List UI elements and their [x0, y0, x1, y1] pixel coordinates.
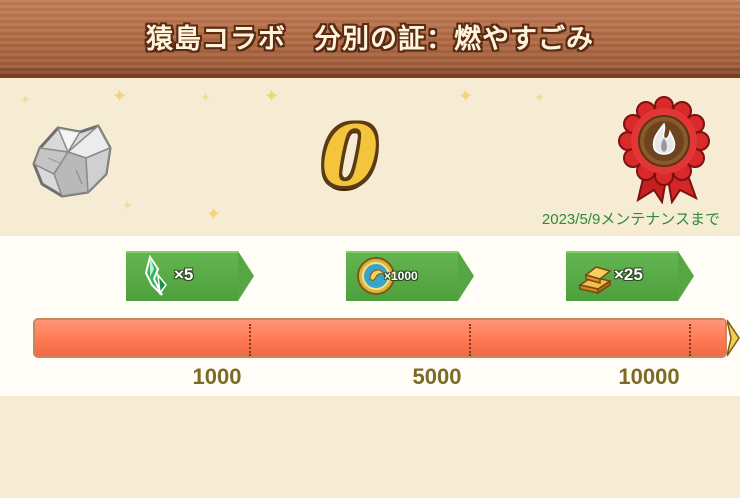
- sparkle-icon: ✦: [112, 86, 128, 107]
- page-title: 猿島コラボ 分別の証：燃やすごみ: [146, 24, 594, 55]
- crumpled-paper-icon: [32, 124, 112, 198]
- reward-milestone-2[interactable]: ×1000: [346, 251, 474, 301]
- reward-quantity: ×5: [174, 265, 194, 284]
- gold-bars-icon: [578, 266, 612, 295]
- sparkle-icon: ✦: [206, 204, 222, 225]
- deadline-text: 2023/5/9メンテナンスまで: [541, 211, 720, 228]
- reward-milestone-1[interactable]: ×5: [126, 251, 254, 301]
- reward-milestone-3[interactable]: ×25: [566, 251, 694, 301]
- score-value: 0: [321, 109, 379, 205]
- milestone-label: 1000: [192, 364, 242, 389]
- reward-quantity: ×25: [614, 265, 643, 284]
- milestone-label: 5000: [412, 364, 462, 389]
- fire-medal-icon: [618, 96, 710, 204]
- green-crystal-icon: [144, 255, 167, 296]
- lower-panel: [0, 396, 740, 498]
- milestone-marker: [469, 324, 471, 356]
- sparkle-icon: ✦: [200, 91, 211, 106]
- milestone-label: 10000: [618, 364, 680, 389]
- sparkle-icon: ✦: [20, 93, 31, 108]
- milestone-marker: [249, 324, 251, 356]
- sparkle-icon: ✦: [264, 86, 280, 107]
- progress-fill: [35, 320, 725, 356]
- event-progress-panel: 猿島コラボ 分別の証：燃やすごみ ✦ ✦ ✦ ✦ ✦ ✦ ✦ ✦ 0 2023/…: [0, 0, 740, 498]
- scroll-right-icon[interactable]: [727, 318, 740, 358]
- sparkle-icon: ✦: [122, 199, 133, 214]
- sparkle-icon: ✦: [534, 91, 545, 106]
- reward-quantity: ×1000: [384, 269, 418, 283]
- milestone-marker: [689, 324, 691, 356]
- header-banner: 猿島コラボ 分別の証：燃やすごみ: [0, 0, 740, 78]
- sparkle-icon: ✦: [458, 86, 474, 107]
- progress-bar: [33, 318, 727, 358]
